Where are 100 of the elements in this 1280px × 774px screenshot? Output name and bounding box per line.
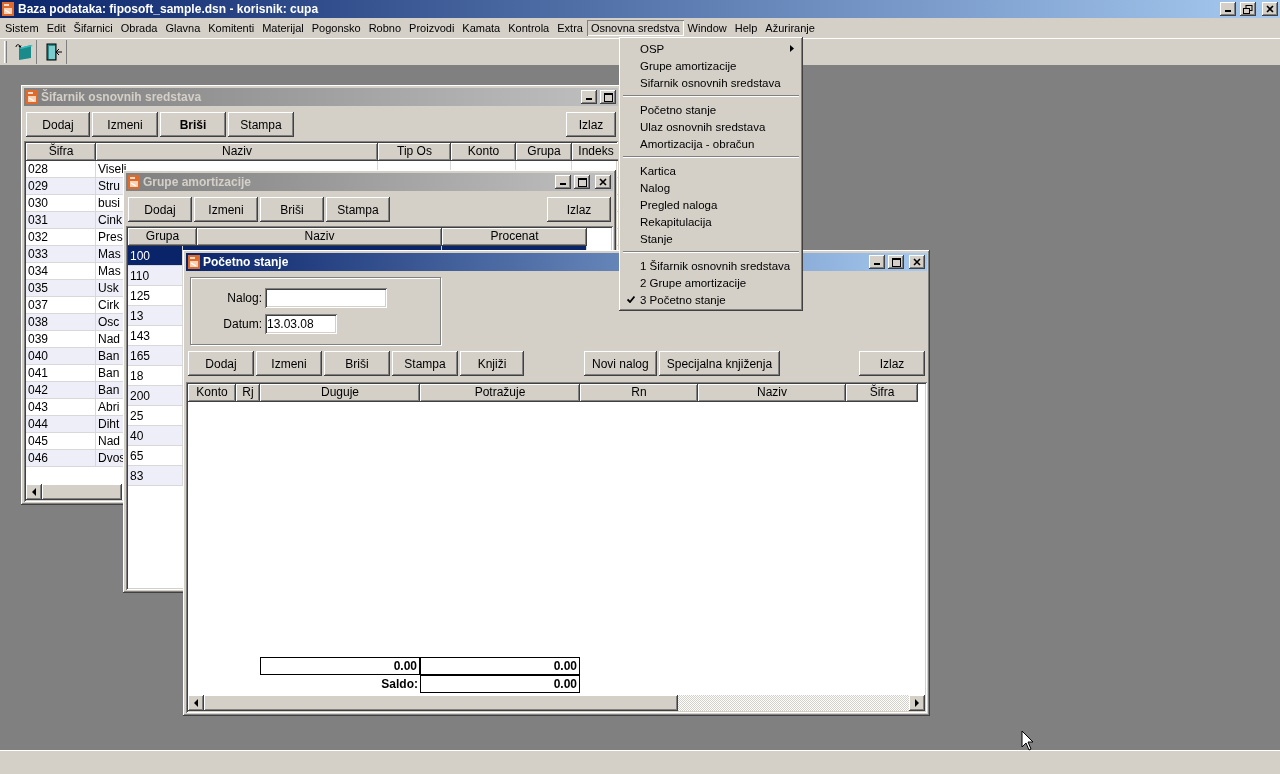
- menu-item[interactable]: Šifarnici: [69, 20, 117, 36]
- column-header[interactable]: Šifra: [26, 143, 96, 161]
- horizontal-scrollbar[interactable]: [26, 484, 122, 500]
- minimize-button[interactable]: [869, 255, 885, 269]
- toolbar-button[interactable]: Stampa: [228, 112, 294, 137]
- menu-item[interactable]: OSP: [622, 40, 800, 57]
- close-icon: [913, 258, 921, 266]
- close-button[interactable]: [909, 255, 925, 269]
- close-button[interactable]: [1262, 2, 1278, 16]
- toolbar-button[interactable]: Dodaj: [26, 112, 90, 137]
- column-header[interactable]: Naziv: [698, 384, 846, 402]
- menu-item[interactable]: 2 Grupe amortizacije: [622, 274, 800, 291]
- column-header[interactable]: Grupa: [516, 143, 572, 161]
- menu-item[interactable]: Osnovna sredstva: [586, 20, 684, 36]
- toolbar-button[interactable]: Knjiži: [460, 351, 524, 376]
- minimize-button[interactable]: [581, 90, 597, 104]
- toolbar-button[interactable]: Izmeni: [92, 112, 158, 137]
- exit-button[interactable]: Izlaz: [547, 197, 611, 222]
- close-icon: [599, 178, 607, 186]
- toolbar-button[interactable]: Izmeni: [256, 351, 322, 376]
- toolbar-button[interactable]: Izmeni: [194, 197, 258, 222]
- column-header[interactable]: Procenat: [442, 228, 587, 246]
- column-header[interactable]: Rn: [580, 384, 698, 402]
- window-icon: [128, 175, 140, 189]
- menu-item[interactable]: Proizvodi: [405, 20, 459, 36]
- menu-item[interactable]: 1 Šifarnik osnovnih sredstava: [622, 257, 800, 274]
- minimize-button[interactable]: [555, 175, 571, 189]
- menu-item[interactable]: Glavna: [161, 20, 205, 36]
- menu-item[interactable]: 3 Početno stanje: [622, 291, 800, 308]
- menu-item[interactable]: Ulaz osnovnih sredstava: [622, 118, 800, 135]
- toolbar-button[interactable]: Specijalna knjiženja: [658, 351, 781, 376]
- maximize-icon: [603, 92, 613, 102]
- menu-item[interactable]: Kartica: [622, 162, 800, 179]
- menu-item[interactable]: Amortizacija - obračun: [622, 135, 800, 152]
- menu-item[interactable]: Ažuriranje: [761, 20, 819, 36]
- minimize-button[interactable]: [1220, 2, 1236, 16]
- menu-item[interactable]: Grupe amortizacije: [622, 57, 800, 74]
- menu-item[interactable]: Materijal: [258, 20, 308, 36]
- restore-icon: [1243, 4, 1253, 14]
- check-icon: [627, 296, 635, 303]
- column-header[interactable]: Potražuje: [420, 384, 580, 402]
- toolbar-button[interactable]: Briši: [324, 351, 390, 376]
- menu-item[interactable]: Help: [730, 20, 762, 36]
- column-header[interactable]: Indeks: [572, 143, 618, 161]
- scroll-left-icon: [31, 488, 37, 496]
- toolbar-button[interactable]: Dodaj: [128, 197, 192, 222]
- input-field[interactable]: 13.03.08: [265, 314, 337, 334]
- column-header[interactable]: Šifra: [846, 384, 918, 402]
- menu-item[interactable]: Stanje: [622, 230, 800, 247]
- column-header[interactable]: Konto: [188, 384, 236, 402]
- menu-item[interactable]: Obrada: [116, 20, 162, 36]
- toolbar-button[interactable]: Stampa: [392, 351, 458, 376]
- column-header[interactable]: Naziv: [197, 228, 442, 246]
- menu-item[interactable]: Komitenti: [204, 20, 259, 36]
- menu-item[interactable]: Kamata: [458, 20, 505, 36]
- window-icon: [188, 255, 200, 269]
- menu-item[interactable]: Pregled naloga: [622, 196, 800, 213]
- close-button[interactable]: [595, 175, 611, 189]
- field-label: Datum:: [222, 317, 263, 331]
- close-icon: [1266, 5, 1274, 13]
- column-header[interactable]: Tip Os: [378, 143, 451, 161]
- menu-item[interactable]: Početno stanje: [622, 101, 800, 118]
- column-header[interactable]: Naziv: [96, 143, 378, 161]
- table-cell[interactable]: 100: [128, 246, 183, 266]
- menu-item[interactable]: Extra: [553, 20, 587, 36]
- total-field: 0.00: [420, 675, 580, 693]
- toolbar-button[interactable]: Stampa: [326, 197, 390, 222]
- column-header[interactable]: Rj: [236, 384, 260, 402]
- column-header[interactable]: Duguje: [260, 384, 420, 402]
- menu-item[interactable]: Robno: [364, 20, 406, 36]
- toolbar-button[interactable]: Briši: [260, 197, 324, 222]
- column-header[interactable]: Konto: [451, 143, 516, 161]
- scroll-right-icon: [914, 699, 920, 707]
- menu-item[interactable]: Edit: [42, 20, 70, 36]
- window-icon: [2, 2, 14, 16]
- toolbar-button[interactable]: Briši: [160, 112, 226, 137]
- window-icon: [26, 90, 38, 104]
- submenu-arrow-icon: [790, 45, 794, 52]
- menu-item[interactable]: Sistem: [1, 20, 43, 36]
- menu-item[interactable]: Rekapitulacija: [622, 213, 800, 230]
- menu-item[interactable]: Window: [683, 20, 731, 36]
- app-title: Baza podataka: fiposoft_sample.dsn - korisnik: cupa: [18, 2, 319, 16]
- menu-item[interactable]: Nalog: [622, 179, 800, 196]
- exit-button[interactable]: Izlaz: [859, 351, 925, 376]
- maximize-button[interactable]: [600, 90, 616, 104]
- exit-button[interactable]: Izlaz: [566, 112, 616, 137]
- input-field[interactable]: [265, 288, 387, 308]
- window-title: Grupe amortizacije: [143, 175, 252, 189]
- maximize-button[interactable]: [574, 175, 590, 189]
- horizontal-scrollbar[interactable]: [188, 695, 925, 711]
- column-header[interactable]: Grupa: [128, 228, 197, 246]
- total-field: 0.00: [420, 657, 580, 675]
- menu-item[interactable]: Sifarnik osnovnih sredstava: [622, 74, 800, 91]
- mouse-pointer-icon: [1021, 730, 1034, 751]
- menu-item[interactable]: Pogonsko: [307, 20, 365, 36]
- toolbar-button[interactable]: Dodaj: [188, 351, 254, 376]
- toolbar-button[interactable]: Novi nalog: [584, 351, 657, 376]
- menu-item[interactable]: Kontrola: [504, 20, 554, 36]
- maximize-button[interactable]: [888, 255, 904, 269]
- restore-button[interactable]: [1240, 2, 1256, 16]
